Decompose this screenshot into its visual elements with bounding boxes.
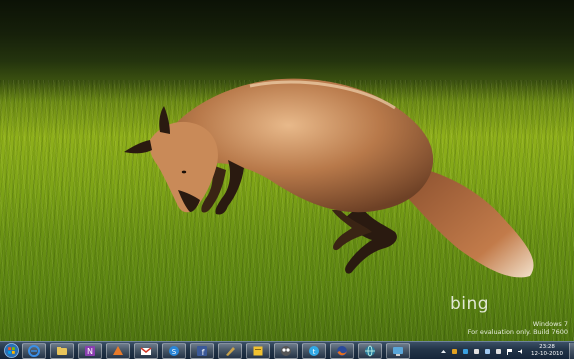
skype-icon: S <box>169 345 179 356</box>
taskbar-button-paint[interactable] <box>106 342 130 359</box>
taskbar-button-twitter[interactable]: t <box>302 342 326 359</box>
svg-text:N: N <box>87 347 93 356</box>
svg-text:t: t <box>313 348 316 356</box>
tray-app-icon <box>496 348 501 354</box>
svg-text:S: S <box>172 348 177 356</box>
facebook-icon: f <box>197 345 207 357</box>
taskbar-pinned-apps: N Sf t <box>22 342 414 359</box>
flag-icon <box>507 348 512 355</box>
bing-logo: bing <box>450 294 490 314</box>
tray-item[interactable] <box>440 348 447 355</box>
taskbar-button-onenote[interactable]: N <box>78 342 102 359</box>
desktop-wallpaper: bing Windows 7 For evaluation only. Buil… <box>0 0 574 341</box>
tray-app-icon <box>485 348 490 354</box>
taskbar: N Sf t 23:28 12-10-2010 <box>0 341 574 359</box>
taskbar-button-firefox[interactable] <box>330 342 354 359</box>
taskbar-button-globe[interactable] <box>358 342 382 359</box>
tray-app-icon <box>474 348 479 354</box>
start-button[interactable] <box>2 343 20 359</box>
tray-item[interactable] <box>517 348 524 355</box>
tray-item[interactable] <box>451 348 458 355</box>
tray-app-icon <box>452 348 457 354</box>
tray-icons <box>440 348 528 355</box>
clock[interactable]: 23:28 12-10-2010 <box>531 344 563 358</box>
taskbar-button-ie[interactable] <box>22 342 46 359</box>
taskbar-button-owl[interactable] <box>274 342 298 359</box>
clock-date: 12-10-2010 <box>531 351 563 357</box>
firefox-icon <box>337 345 347 356</box>
sticky-note-icon <box>253 346 263 355</box>
svg-text:f: f <box>202 348 205 357</box>
tray-item[interactable] <box>473 348 480 355</box>
watermark-line-2: For evaluation only. Build 7600 <box>467 328 568 336</box>
globe-icon <box>365 345 375 356</box>
clock-time: 23:28 <box>539 344 555 350</box>
windows-orb-icon <box>3 343 19 358</box>
pencil-icon <box>226 346 235 356</box>
folder-icon <box>57 346 67 355</box>
taskbar-button-tool[interactable] <box>218 342 242 359</box>
tray-item[interactable] <box>506 348 513 355</box>
paint-icon <box>113 345 123 355</box>
twitter-icon: t <box>309 345 319 356</box>
onenote-icon: N <box>85 345 95 356</box>
taskbar-button-facebook[interactable]: f <box>190 342 214 359</box>
owl-icon <box>281 345 291 356</box>
tray-item[interactable] <box>495 348 502 355</box>
volume-icon <box>518 348 522 354</box>
tray-item[interactable] <box>484 348 491 355</box>
notification-area: 23:28 12-10-2010 <box>440 342 574 359</box>
taskbar-button-sticky[interactable] <box>246 342 270 359</box>
network-icon <box>393 346 403 356</box>
taskbar-button-mail[interactable] <box>134 342 158 359</box>
watermark-line-1: Windows 7 <box>532 320 568 328</box>
show-desktop-button[interactable] <box>569 342 574 359</box>
taskbar-button-skype[interactable]: S <box>162 342 186 359</box>
mail-icon <box>140 346 152 355</box>
windows-watermark: Windows 7 For evaluation only. Build 760… <box>468 320 568 336</box>
tray-app-icon <box>463 348 468 354</box>
show-hidden-icons-icon <box>441 349 446 353</box>
taskbar-button-network[interactable] <box>386 342 410 359</box>
taskbar-button-explorer[interactable] <box>50 342 74 359</box>
fox-wallpaper-art <box>124 78 534 278</box>
tray-item[interactable] <box>462 348 469 355</box>
internet-explorer-icon <box>28 344 40 357</box>
